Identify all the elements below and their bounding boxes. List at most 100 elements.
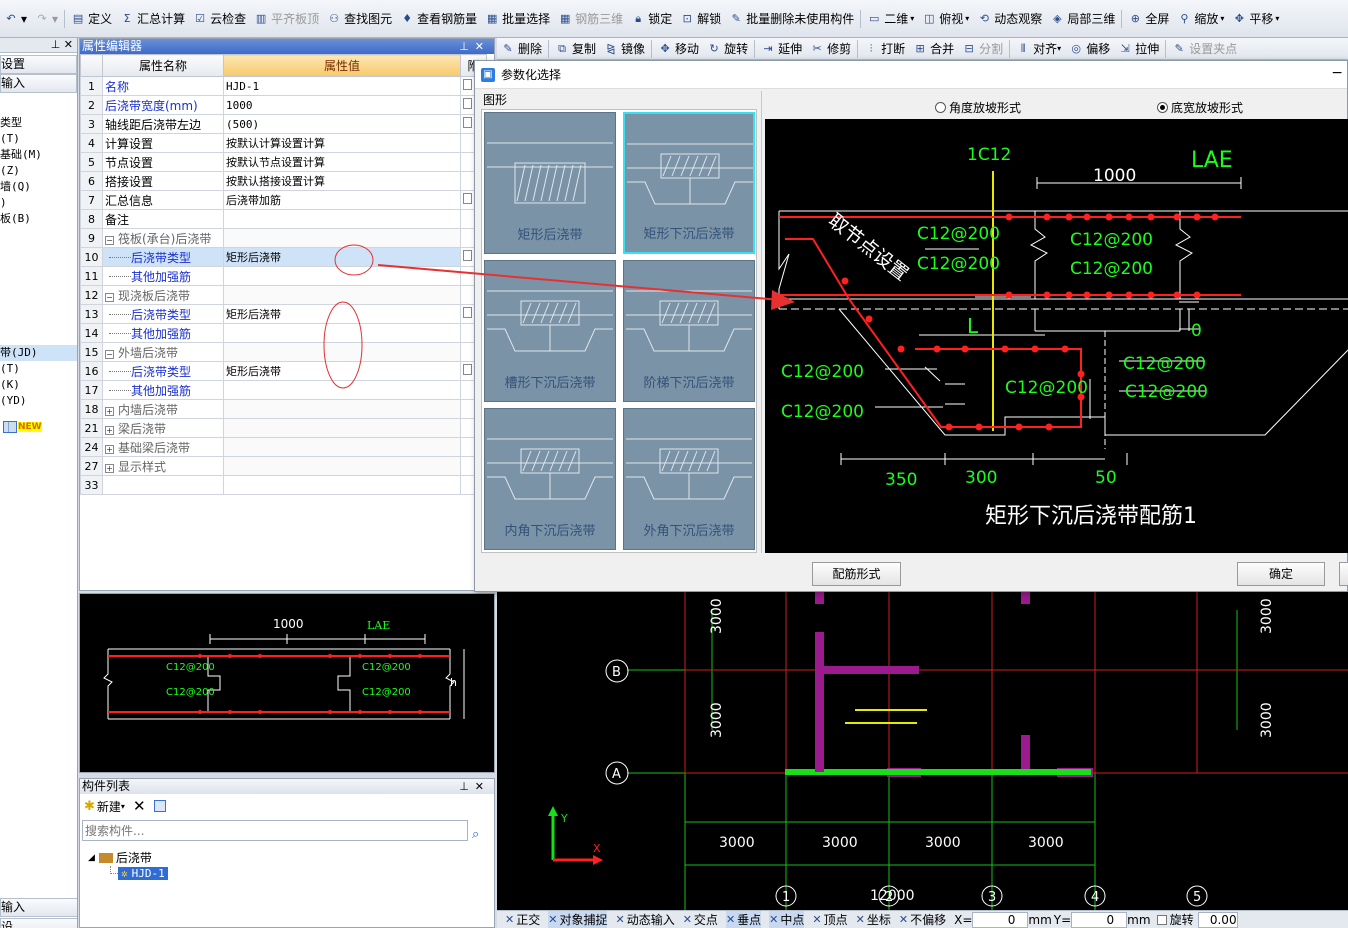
delete-button[interactable]: ✎ 删除 <box>497 38 546 59</box>
property-value[interactable]: 按默认节点设置计算 <box>223 152 461 172</box>
property-value[interactable] <box>223 380 461 400</box>
radio-angle-slope[interactable]: 角度放坡形式 <box>935 99 1021 116</box>
panel-controls[interactable]: ⊥ ✕ <box>0 38 77 53</box>
checkbox[interactable] <box>463 193 472 204</box>
radio-bottom-width-slope[interactable]: 底宽放坡形式 <box>1157 99 1243 116</box>
align-top-button[interactable]: ▥ 平齐板顶 <box>250 8 323 30</box>
property-value[interactable]: 后浇带加筋 <box>223 190 461 210</box>
collapse-icon[interactable]: − <box>105 235 114 245</box>
property-row[interactable]: 1 名称 HJD-1 <box>80 76 487 96</box>
nav-item[interactable]: 类型 <box>0 115 77 131</box>
property-row[interactable]: 15− 外墙后浇带 <box>80 342 487 362</box>
expand-icon[interactable]: + <box>105 406 114 416</box>
status-toggle[interactable]: ✕ 垂点 <box>725 911 762 928</box>
local-3d-button[interactable]: ◈ 局部三维 <box>1046 8 1119 30</box>
trim-button[interactable]: ✂ 修剪 <box>806 38 855 59</box>
property-value[interactable] <box>223 285 461 305</box>
tree-root[interactable]: ◢ 后浇带 <box>88 849 494 866</box>
panel-controls[interactable]: ⊥✕ <box>459 39 494 54</box>
nav-item[interactable]: (Z) <box>0 163 77 179</box>
property-row[interactable]: 27 + 显示样式 <box>80 456 487 476</box>
nav-item[interactable]: 墙(Q) <box>0 179 77 195</box>
stretch-button[interactable]: ⇲ 拉伸 <box>1114 38 1163 59</box>
property-row[interactable]: 11 其他加强筋 <box>80 266 487 286</box>
align-button[interactable]: ⫴ 对齐 ▾ <box>1012 38 1065 59</box>
shape-option[interactable]: 内角下沉后浇带 <box>484 408 616 550</box>
property-value[interactable] <box>223 323 461 343</box>
fullscreen-button[interactable]: ⊕ 全屏 <box>1124 8 1173 30</box>
copy-component-button[interactable] <box>153 800 166 812</box>
property-row[interactable]: 16 后浇带类型 矩形后浇带 <box>80 361 487 381</box>
property-row[interactable]: 14 其他加强筋 <box>80 323 487 343</box>
unlock-button[interactable]: ⊡ 解锁 <box>676 8 725 30</box>
ok-button[interactable]: 确定 <box>1237 562 1325 586</box>
shape-option[interactable]: 矩形下沉后浇带 <box>623 112 755 254</box>
cloud-check-button[interactable]: ☑ 云检查 <box>189 8 250 30</box>
property-row[interactable]: 13 后浇带类型 矩形后浇带 <box>80 304 487 324</box>
property-row[interactable]: 8 备注 <box>80 209 487 229</box>
shape-option[interactable]: 槽形下沉后浇带 <box>484 260 616 402</box>
property-value[interactable] <box>223 342 461 362</box>
x-input[interactable]: 0 <box>972 911 1029 928</box>
panel-controls[interactable]: ⊥✕ <box>459 779 494 794</box>
nav-item[interactable]: (T) <box>0 131 77 147</box>
rebar-form-button[interactable]: 配筋形式 <box>812 562 901 586</box>
property-row[interactable]: 2 后浇带宽度(mm) 1000 <box>80 95 487 115</box>
input-button-bottom[interactable]: 输入 <box>0 898 77 917</box>
break-button[interactable]: ⫶ 打断 <box>860 38 909 59</box>
expand-icon[interactable]: + <box>105 425 114 435</box>
batch-select-button[interactable]: ▦ 批量选择 <box>481 8 554 30</box>
property-value[interactable] <box>223 399 461 419</box>
orbit-button[interactable]: ⟲ 动态观察 <box>973 8 1046 30</box>
property-row[interactable]: 6 搭接设置 按默认搭接设置计算 <box>80 171 487 191</box>
checkbox[interactable] <box>463 79 472 90</box>
checkbox[interactable] <box>463 364 472 375</box>
property-value[interactable]: (500) <box>223 114 461 134</box>
rotate-input[interactable]: 0.00 <box>1197 911 1238 928</box>
rebar-3d-button[interactable]: ▦ 钢筋三维 <box>554 8 627 30</box>
checkbox[interactable] <box>463 117 472 128</box>
undo-button[interactable]: ↶ ▾ <box>0 8 31 30</box>
property-row[interactable]: 3 轴线距后浇带左边 (500) <box>80 114 487 134</box>
property-value[interactable] <box>223 209 461 229</box>
property-value[interactable] <box>223 266 461 286</box>
status-toggle[interactable]: ✕ 正交 <box>505 911 540 928</box>
minimize-icon[interactable]: − <box>1331 65 1343 81</box>
status-toggle[interactable]: ✕ 中点 <box>769 911 805 928</box>
property-row[interactable]: 21 + 梁后浇带 <box>80 418 487 438</box>
property-value[interactable] <box>223 228 461 248</box>
status-toggle[interactable]: ✕ 对象捕捉 <box>548 911 608 928</box>
expand-icon[interactable]: + <box>105 444 114 454</box>
property-row[interactable]: 33 <box>80 475 487 495</box>
binoculars-button[interactable]: ⚇ 查找图元 <box>323 8 396 30</box>
expand-icon[interactable]: + <box>105 463 114 473</box>
y-input[interactable]: 0 <box>1071 911 1128 928</box>
redo-button[interactable]: ↷ ▾ <box>31 8 62 30</box>
collapse-icon[interactable]: − <box>105 292 114 302</box>
new-component-button[interactable]: ✱ 新建 ▾ <box>84 798 125 815</box>
rebar-button[interactable]: ♦ 查看钢筋量 <box>396 8 481 30</box>
property-value[interactable] <box>223 418 461 438</box>
search-input[interactable]: 搜索构件... <box>82 820 468 841</box>
settings-button-bottom[interactable]: 设 <box>0 918 77 928</box>
merge-button[interactable]: ⊞ 合并 <box>909 38 958 59</box>
property-value[interactable]: HJD-1 <box>223 76 461 96</box>
property-value[interactable] <box>223 475 461 495</box>
batch-delete-button[interactable]: ✎ 批量删除未使用构件 <box>725 8 858 30</box>
sigma-button[interactable]: Σ 汇总计算 <box>116 8 189 30</box>
mirror-button[interactable]: ⧎ 镜像 <box>600 38 649 59</box>
status-toggle[interactable]: ✕ 交点 <box>683 911 718 928</box>
tree-item-hjd-1[interactable]: ✲ HJD-1 <box>110 865 494 880</box>
property-row[interactable]: 5 节点设置 按默认节点设置计算 <box>80 152 487 172</box>
shape-option[interactable]: 矩形后浇带 <box>484 112 616 254</box>
property-row[interactable]: 4 计算设置 按默认计算设置计算 <box>80 133 487 153</box>
status-toggle[interactable]: ✕ 动态输入 <box>615 911 674 928</box>
property-row[interactable]: 18 + 内墙后浇带 <box>80 399 487 419</box>
cancel-button[interactable] <box>1339 562 1348 586</box>
extend-button[interactable]: ⇥ 延伸 <box>757 38 806 59</box>
property-value[interactable]: 按默认搭接设置计算 <box>223 171 461 191</box>
rotate-checkbox[interactable] <box>1156 914 1167 925</box>
property-value[interactable]: 1000 <box>223 95 461 115</box>
offset-button[interactable]: ◎ 偏移 <box>1065 38 1114 59</box>
property-value[interactable] <box>223 456 461 476</box>
